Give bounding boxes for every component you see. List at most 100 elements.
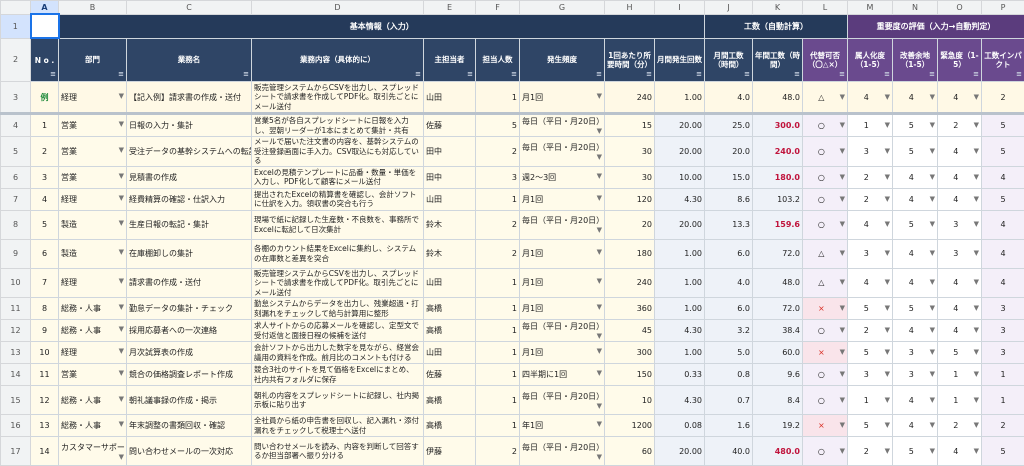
room-cell[interactable]: 4▼	[893, 268, 938, 298]
dropdown-arrow-icon[interactable]: ▼	[930, 195, 935, 203]
dropdown-arrow-icon[interactable]: ▼	[597, 402, 602, 410]
example-freq-cell[interactable]: 月1回▼	[520, 82, 605, 114]
time-cell[interactable]: 300	[605, 342, 655, 364]
dropdown-arrow-icon[interactable]: ▼	[840, 195, 845, 203]
dropdown-arrow-icon[interactable]: ▼	[974, 220, 979, 228]
header-personalized[interactable]: 属人化度（1-5）≡	[848, 38, 893, 82]
impact-cell[interactable]: 4	[982, 239, 1024, 268]
dropdown-arrow-icon[interactable]: ▼	[840, 278, 845, 286]
row-header[interactable]: 8	[1, 210, 31, 239]
dropdown-arrow-icon[interactable]: ▼	[119, 146, 124, 154]
monthly-count-cell[interactable]: 20.00	[655, 114, 705, 137]
dropdown-arrow-icon[interactable]: ▼	[597, 453, 602, 461]
task-cell[interactable]: 生産日報の転記・集計	[127, 210, 252, 239]
filter-icon[interactable]: ≡	[884, 70, 890, 79]
row-header[interactable]: 5	[1, 137, 31, 167]
header-owner[interactable]: 主担当者≡	[424, 38, 476, 82]
dropdown-arrow-icon[interactable]: ▼	[885, 249, 890, 257]
task-cell[interactable]: 日報の入力・集計	[127, 114, 252, 137]
annual-hours-cell[interactable]: 60.0	[753, 342, 803, 364]
col-header-a[interactable]: A	[31, 1, 59, 15]
owner-cell[interactable]: 山田	[424, 268, 476, 298]
task-cell[interactable]: 勤怠データの集計・チェック	[127, 298, 252, 320]
freq-cell[interactable]: 四半期に1回▼	[520, 364, 605, 386]
dropdown-arrow-icon[interactable]: ▼	[119, 248, 124, 256]
dropdown-arrow-icon[interactable]: ▼	[974, 421, 979, 429]
time-cell[interactable]: 360	[605, 298, 655, 320]
detail-cell[interactable]: Excelの見積テンプレートに品番・数量・単価を入力し、PDF化して顧客にメール…	[252, 166, 424, 188]
impact-cell[interactable]: 5	[982, 114, 1024, 137]
detail-cell[interactable]: 営業5名が各自スプレッドシートに日報を入力し、翌朝リーダーが1本にまとめて集計・…	[252, 114, 424, 137]
row-header[interactable]: 4	[1, 114, 31, 137]
dropdown-arrow-icon[interactable]: ▼	[840, 93, 845, 101]
example-task-cell[interactable]: 【記入例】請求書の作成・送付	[127, 82, 252, 114]
dropdown-arrow-icon[interactable]: ▼	[119, 453, 124, 461]
owner-cell[interactable]: 佐藤	[424, 114, 476, 137]
detail-cell[interactable]: 問い合わせメールを読み、内容を判断して回答するか担当部署へ振り分ける	[252, 437, 424, 466]
freq-cell[interactable]: 月1回▼	[520, 342, 605, 364]
dropdown-arrow-icon[interactable]: ▼	[119, 219, 124, 227]
dropdown-arrow-icon[interactable]: ▼	[597, 369, 602, 377]
personalized-cell[interactable]: 5▼	[848, 298, 893, 320]
owner-cell[interactable]: 佐藤	[424, 364, 476, 386]
no-cell[interactable]: 1	[31, 114, 59, 137]
dropdown-arrow-icon[interactable]: ▼	[597, 347, 602, 355]
automate-cell[interactable]: ×▼	[803, 342, 848, 364]
filter-icon[interactable]: ≡	[744, 70, 750, 79]
dropdown-arrow-icon[interactable]: ▼	[885, 93, 890, 101]
room-cell[interactable]: 4▼	[893, 166, 938, 188]
monthly-hours-cell[interactable]: 5.0	[705, 342, 753, 364]
dropdown-arrow-icon[interactable]: ▼	[119, 420, 124, 428]
monthly-hours-cell[interactable]: 13.3	[705, 210, 753, 239]
dropdown-arrow-icon[interactable]: ▼	[119, 347, 124, 355]
dropdown-arrow-icon[interactable]: ▼	[840, 447, 845, 455]
staff-cell[interactable]: 1	[476, 320, 520, 342]
staff-cell[interactable]: 1	[476, 188, 520, 210]
owner-cell[interactable]: 高橋	[424, 320, 476, 342]
owner-cell[interactable]: 鈴木	[424, 239, 476, 268]
filter-icon[interactable]: ≡	[973, 70, 979, 79]
col-header-k[interactable]: K	[753, 1, 803, 15]
col-header-b[interactable]: B	[59, 1, 127, 15]
monthly-count-cell[interactable]: 0.33	[655, 364, 705, 386]
dropdown-arrow-icon[interactable]: ▼	[840, 396, 845, 404]
monthly-hours-cell[interactable]: 8.6	[705, 188, 753, 210]
filter-icon[interactable]: ≡	[929, 70, 935, 79]
dropdown-arrow-icon[interactable]: ▼	[840, 304, 845, 312]
dropdown-arrow-icon[interactable]: ▼	[885, 447, 890, 455]
monthly-hours-cell[interactable]: 0.7	[705, 386, 753, 415]
urgency-cell[interactable]: 1▼	[938, 364, 982, 386]
task-cell[interactable]: 採用応募者への一次連絡	[127, 320, 252, 342]
dept-cell[interactable]: 総務・人事▼	[59, 386, 127, 415]
annual-hours-cell[interactable]: 48.0	[753, 268, 803, 298]
header-monthly-count[interactable]: 月間発生回数≡	[655, 38, 705, 82]
col-header-o[interactable]: O	[938, 1, 982, 15]
room-cell[interactable]: 4▼	[893, 188, 938, 210]
owner-cell[interactable]: 伊藤	[424, 437, 476, 466]
col-header-i[interactable]: I	[655, 1, 705, 15]
dropdown-arrow-icon[interactable]: ▼	[885, 304, 890, 312]
monthly-count-cell[interactable]: 1.00	[655, 298, 705, 320]
dropdown-arrow-icon[interactable]: ▼	[119, 395, 124, 403]
detail-cell[interactable]: 勤怠システムからデータを出力し、残業超過・打刻漏れをチェックして給与計算用に整形	[252, 298, 424, 320]
dropdown-arrow-icon[interactable]: ▼	[840, 220, 845, 228]
monthly-hours-cell[interactable]: 15.0	[705, 166, 753, 188]
freq-cell[interactable]: 月1回▼	[520, 188, 605, 210]
monthly-hours-cell[interactable]: 0.8	[705, 364, 753, 386]
room-cell[interactable]: 3▼	[893, 342, 938, 364]
dropdown-arrow-icon[interactable]: ▼	[597, 172, 602, 180]
dropdown-arrow-icon[interactable]: ▼	[597, 127, 602, 135]
personalized-cell[interactable]: 2▼	[848, 166, 893, 188]
personalized-cell[interactable]: 5▼	[848, 342, 893, 364]
room-cell[interactable]: 3▼	[893, 364, 938, 386]
time-cell[interactable]: 240	[605, 268, 655, 298]
staff-cell[interactable]: 1	[476, 364, 520, 386]
filter-icon[interactable]: ≡	[243, 70, 249, 79]
freq-cell[interactable]: 月1回▼	[520, 239, 605, 268]
dropdown-arrow-icon[interactable]: ▼	[840, 370, 845, 378]
dropdown-arrow-icon[interactable]: ▼	[930, 348, 935, 356]
dropdown-arrow-icon[interactable]: ▼	[119, 277, 124, 285]
owner-cell[interactable]: 田中	[424, 166, 476, 188]
freq-cell[interactable]: 毎日（平日・月20日）▼	[520, 320, 605, 342]
owner-cell[interactable]: 山田	[424, 188, 476, 210]
